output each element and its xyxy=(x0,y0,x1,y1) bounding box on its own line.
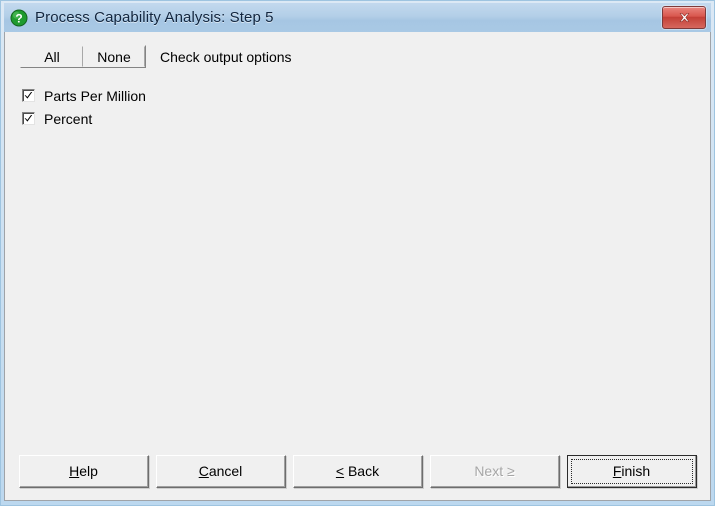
finish-button[interactable]: Finish xyxy=(566,454,697,488)
back-button-label: Back xyxy=(344,463,380,479)
window-title: Process Capability Analysis: Step 5 xyxy=(35,9,274,26)
svg-text:?: ? xyxy=(15,11,22,25)
toolbar-caption: Check output options xyxy=(160,48,292,65)
dialog-window: ? Process Capability Analysis: Step 5 Al… xyxy=(0,0,715,506)
next-button: Next ≥ xyxy=(429,454,560,488)
close-icon xyxy=(679,13,689,22)
checkbox-row-percent[interactable]: Percent xyxy=(22,107,146,130)
output-options-list: Parts Per Million Percent xyxy=(22,84,146,130)
next-button-label: Next ≥ xyxy=(474,463,515,479)
check-icon xyxy=(24,115,33,122)
cancel-button[interactable]: Cancel xyxy=(155,454,286,488)
title-bar: ? Process Capability Analysis: Step 5 xyxy=(4,3,711,32)
output-options-toolbar: All None Check output options xyxy=(20,45,292,68)
select-toggle-group: All None xyxy=(20,45,146,68)
question-mark-icon: ? xyxy=(10,9,28,27)
dialog-client-area: All None Check output options Parts Per … xyxy=(4,32,711,501)
cancel-button-label: ancel xyxy=(208,463,243,479)
checkbox-label-parts-per-million: Parts Per Million xyxy=(44,87,146,104)
back-button-accel: < xyxy=(335,463,345,479)
help-button-label: elp xyxy=(79,463,98,479)
finish-button-label: inish xyxy=(621,463,651,479)
select-none-button[interactable]: None xyxy=(83,46,145,67)
help-button[interactable]: Help xyxy=(18,454,149,488)
checkbox-label-percent: Percent xyxy=(44,110,93,127)
checkbox-percent[interactable] xyxy=(22,112,35,125)
checkbox-row-parts-per-million[interactable]: Parts Per Million xyxy=(22,84,146,107)
cancel-button-accel: C xyxy=(198,463,209,479)
help-button-accel: H xyxy=(69,463,80,479)
close-button[interactable] xyxy=(662,6,706,29)
check-icon xyxy=(24,92,33,99)
dialog-button-bar: Help Cancel < Back Next ≥ Finish xyxy=(5,452,710,490)
checkbox-parts-per-million[interactable] xyxy=(22,89,35,102)
back-button[interactable]: < Back xyxy=(292,454,423,488)
select-all-button[interactable]: All xyxy=(21,46,83,67)
